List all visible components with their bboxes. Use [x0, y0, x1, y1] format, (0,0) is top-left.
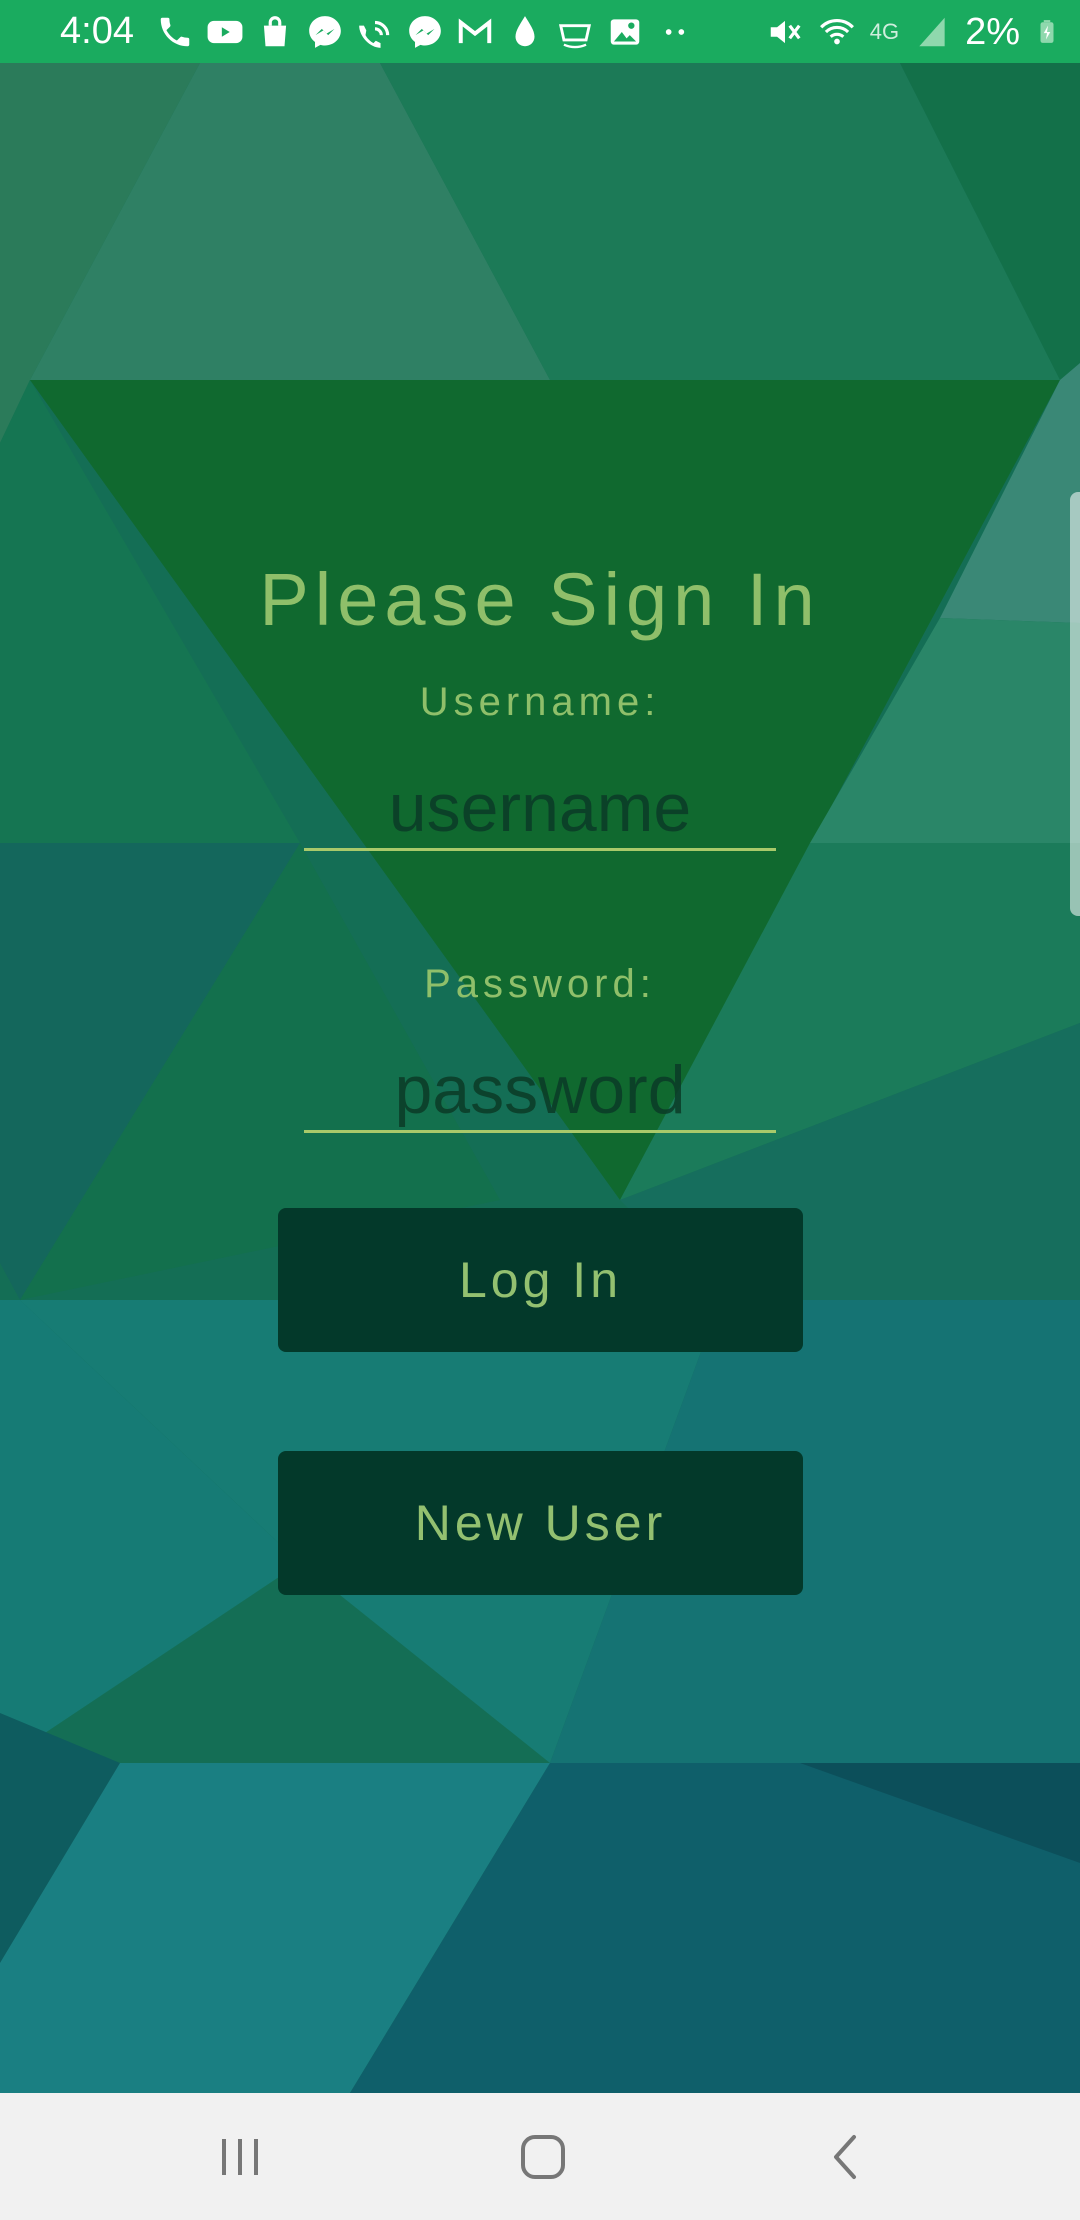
water-drop-icon	[515, 16, 535, 47]
more-dots-icon	[665, 29, 685, 35]
battery-charging-icon	[1040, 20, 1054, 43]
username-field-wrap	[304, 768, 776, 851]
username-label: Username:	[419, 680, 661, 724]
page-title: Please Sign In	[259, 558, 821, 641]
home-icon[interactable]	[511, 2125, 575, 2189]
wifi-icon	[819, 19, 854, 45]
recent-apps-icon[interactable]	[208, 2125, 272, 2189]
password-label: Password:	[424, 962, 656, 1006]
login-screen: Please Sign In Username: Password: Log I…	[0, 0, 1080, 2220]
username-input[interactable]	[304, 768, 776, 848]
shopping-bag-icon	[263, 16, 287, 47]
signal-icon	[919, 17, 945, 47]
back-icon[interactable]	[816, 2125, 880, 2189]
new-user-button[interactable]: New User	[278, 1451, 803, 1595]
gmail-icon	[458, 18, 492, 44]
password-input[interactable]	[304, 1050, 776, 1130]
youtube-icon	[207, 20, 243, 44]
status-bar: 4:04 4G 2%	[0, 0, 1080, 63]
status-time: 4:04	[60, 10, 134, 52]
password-field-wrap	[304, 1050, 776, 1133]
messenger-icon	[309, 16, 341, 48]
phone-icon	[160, 17, 190, 47]
navigation-bar	[0, 2093, 1080, 2220]
amazon-icon	[558, 24, 592, 49]
wifi-call-icon	[359, 20, 390, 48]
mute-icon	[770, 20, 801, 44]
login-button[interactable]: Log In	[278, 1208, 803, 1352]
network-label: 4G	[869, 19, 900, 44]
gallery-icon	[610, 19, 640, 45]
edge-panel-handle[interactable]	[1070, 492, 1080, 916]
system-icons: 4G 2%	[766, 10, 1060, 54]
messenger-icon	[409, 16, 441, 48]
battery-percent: 2%	[965, 11, 1020, 53]
notification-icons	[156, 12, 694, 52]
